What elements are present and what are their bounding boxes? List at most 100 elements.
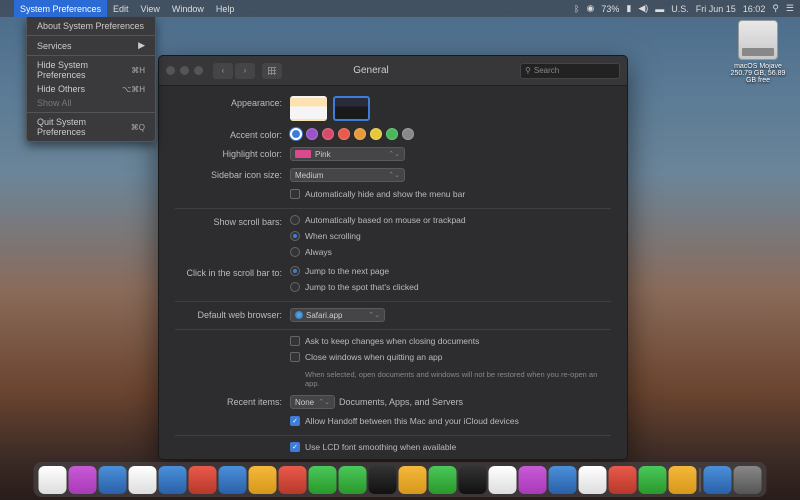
accent-label: Accent color: <box>175 128 290 140</box>
click-next-radio[interactable] <box>290 266 300 276</box>
menubar: System Preferences Edit View Window Help… <box>0 0 800 17</box>
menu-help[interactable]: Help <box>210 0 241 17</box>
search-field[interactable]: ⚲Search <box>520 63 620 79</box>
window-titlebar[interactable]: ‹ › General ⚲Search <box>159 56 627 86</box>
battery-icon[interactable]: ▮ <box>626 3 631 14</box>
notification-center-icon[interactable]: ☰ <box>786 3 794 14</box>
keyboard-layout[interactable]: U.S. <box>671 4 689 14</box>
accent-color-group <box>290 128 611 140</box>
sidebar-size-label: Sidebar icon size: <box>175 168 290 180</box>
sidebar-size-popup[interactable]: Medium⌃⌄ <box>290 168 405 182</box>
menu-quit[interactable]: Quit System Preferences⌘Q <box>27 115 155 139</box>
app-menu-dropdown: About System Preferences Services▶ Hide … <box>26 17 156 142</box>
dock-system-preferences[interactable] <box>369 466 397 494</box>
scroll-always-radio[interactable] <box>290 247 300 257</box>
dock-app[interactable] <box>129 466 157 494</box>
menu-separator <box>27 55 155 56</box>
dock-separator <box>700 468 701 492</box>
safari-icon <box>295 311 303 319</box>
dock-app[interactable] <box>549 466 577 494</box>
prefs-window: ‹ › General ⚲Search Appearance: Accent c… <box>158 55 628 460</box>
appearance-label: Appearance: <box>175 96 290 108</box>
autohide-menubar-label: Automatically hide and show the menu bar <box>305 189 465 199</box>
dock-mail[interactable] <box>219 466 247 494</box>
dock-app[interactable] <box>429 466 457 494</box>
autohide-menubar-checkbox[interactable] <box>290 189 300 199</box>
highlight-label: Highlight color: <box>175 147 290 159</box>
volume-icon[interactable]: ◀) <box>638 3 648 14</box>
harddrive-icon <box>738 20 778 60</box>
dock-app[interactable] <box>459 466 487 494</box>
menu-view[interactable]: View <box>135 0 166 17</box>
menu-about[interactable]: About System Preferences <box>27 19 155 33</box>
menu-hide-others[interactable]: Hide Others⌥⌘H <box>27 82 155 96</box>
menu-services[interactable]: Services▶ <box>27 38 155 53</box>
dock-safari[interactable] <box>159 466 187 494</box>
bluetooth-icon[interactable]: ᛒ <box>574 4 579 14</box>
accent-swatch[interactable] <box>354 128 366 140</box>
dock-app[interactable] <box>609 466 637 494</box>
desktop-disk-icon[interactable]: macOS Mojave 250.79 GB, 56.89 GB free <box>728 20 788 84</box>
click-scrollbar-label: Click in the scroll bar to: <box>175 266 290 278</box>
dock-app[interactable] <box>279 466 307 494</box>
accent-swatch[interactable] <box>322 128 334 140</box>
highlight-popup[interactable]: Pink⌃⌄ <box>290 147 405 161</box>
menubar-date[interactable]: Fri Jun 15 <box>696 4 736 14</box>
dock-app[interactable] <box>249 466 277 494</box>
divider <box>175 435 611 436</box>
accent-swatch[interactable] <box>402 128 414 140</box>
menu-window[interactable]: Window <box>166 0 210 17</box>
disk-info: 250.79 GB, 56.89 GB free <box>728 70 788 84</box>
dock-app[interactable] <box>639 466 667 494</box>
dock-app[interactable] <box>189 466 217 494</box>
scroll-when-radio[interactable] <box>290 231 300 241</box>
dock-app[interactable] <box>99 466 127 494</box>
flag-icon[interactable]: ▬ <box>655 4 664 14</box>
traffic-minimize[interactable] <box>180 66 189 75</box>
dock-downloads[interactable] <box>704 466 732 494</box>
dock-app[interactable] <box>399 466 427 494</box>
menubar-app[interactable]: System Preferences <box>14 0 107 17</box>
appearance-light[interactable] <box>290 96 327 121</box>
dock-finder[interactable] <box>39 466 67 494</box>
battery-percent[interactable]: 73% <box>601 4 619 14</box>
appearance-dark[interactable] <box>333 96 370 121</box>
accent-swatch[interactable] <box>290 128 302 140</box>
wifi-icon[interactable]: ◉ <box>587 3 595 14</box>
handoff-checkbox[interactable] <box>290 416 300 426</box>
menu-separator <box>27 35 155 36</box>
accent-swatch[interactable] <box>338 128 350 140</box>
accent-swatch[interactable] <box>306 128 318 140</box>
window-title: General <box>227 65 515 76</box>
close-windows-checkbox[interactable] <box>290 352 300 362</box>
menu-edit[interactable]: Edit <box>107 0 135 17</box>
traffic-zoom[interactable] <box>194 66 203 75</box>
spotlight-icon[interactable]: ⚲ <box>772 3 779 14</box>
scroll-auto-radio[interactable] <box>290 215 300 225</box>
dock-facetime[interactable] <box>339 466 367 494</box>
click-spot-radio[interactable] <box>290 282 300 292</box>
menu-separator <box>27 112 155 113</box>
lcd-smoothing-checkbox[interactable] <box>290 442 300 452</box>
accent-swatch[interactable] <box>370 128 382 140</box>
menu-hide[interactable]: Hide System Preferences⌘H <box>27 58 155 82</box>
search-icon: ⚲ <box>525 66 531 75</box>
traffic-close[interactable] <box>166 66 175 75</box>
dock-app[interactable] <box>519 466 547 494</box>
close-windows-note: When selected, open documents and window… <box>290 370 611 388</box>
browser-popup[interactable]: Safari.app⌃⌄ <box>290 308 385 322</box>
divider <box>175 329 611 330</box>
accent-swatch[interactable] <box>386 128 398 140</box>
ask-save-checkbox[interactable] <box>290 336 300 346</box>
dock-app[interactable] <box>669 466 697 494</box>
recent-suffix: Documents, Apps, and Servers <box>339 397 463 407</box>
dock-trash[interactable] <box>734 466 762 494</box>
disk-name: macOS Mojave <box>728 63 788 70</box>
menubar-time[interactable]: 16:02 <box>743 4 766 14</box>
dock-messages[interactable] <box>309 466 337 494</box>
divider <box>175 208 611 209</box>
dock-app[interactable] <box>579 466 607 494</box>
dock-app[interactable] <box>489 466 517 494</box>
recent-popup[interactable]: None⌃⌄ <box>290 395 335 409</box>
dock-app[interactable] <box>69 466 97 494</box>
